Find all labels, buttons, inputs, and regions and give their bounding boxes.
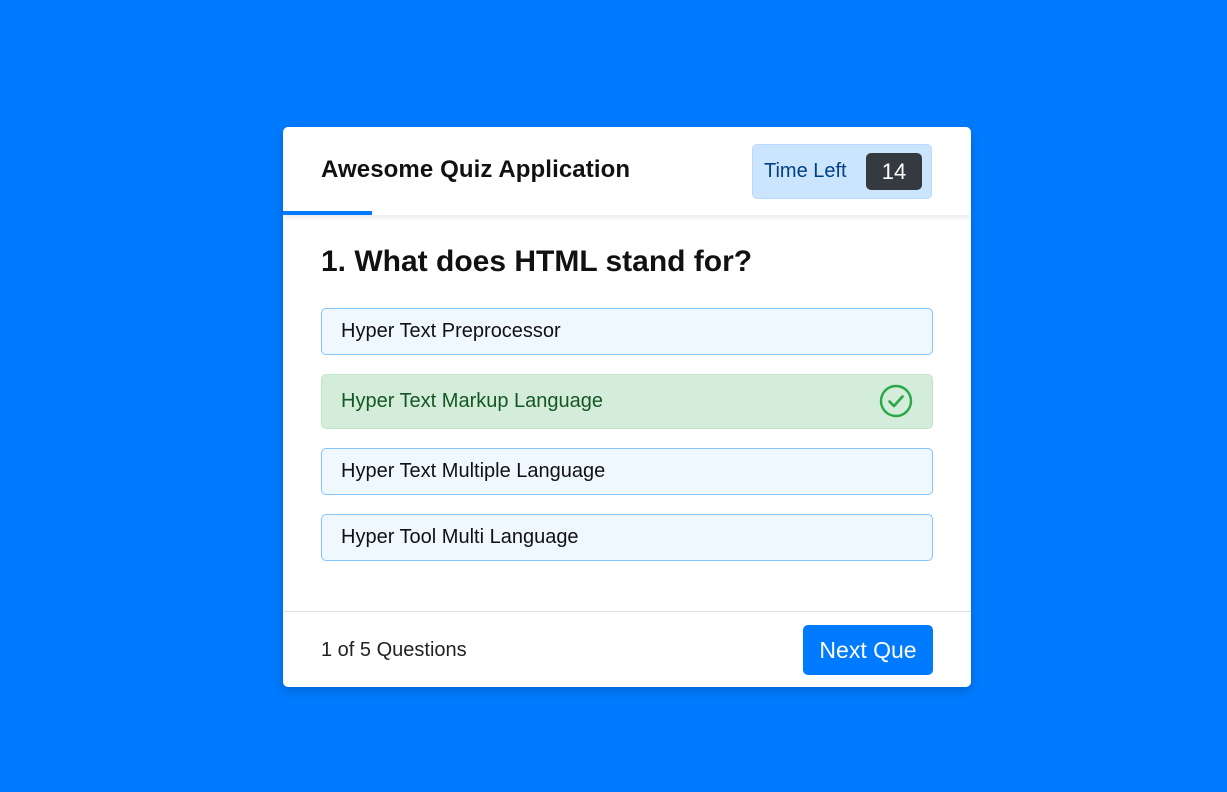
quiz-header: Awesome Quiz Application Time Left 14	[283, 127, 971, 215]
option-label: Hyper Text Markup Language	[341, 390, 604, 412]
question-text: 1. What does HTML stand for?	[321, 245, 753, 278]
option-3[interactable]: Hyper Text Multiple Language	[321, 448, 933, 495]
timer: Time Left 14	[752, 144, 932, 199]
option-1[interactable]: Hyper Text Preprocessor	[321, 308, 933, 355]
option-label: Hyper Text Multiple Language	[341, 460, 606, 482]
quiz-footer: 1 of 5 Questions Next Que	[283, 611, 971, 687]
next-question-button[interactable]: Next Que	[803, 625, 933, 675]
timer-label: Time Left	[764, 160, 847, 182]
timer-seconds: 14	[866, 153, 922, 190]
option-4[interactable]: Hyper Tool Multi Language	[321, 514, 933, 561]
option-2-correct[interactable]: Hyper Text Markup Language	[321, 374, 933, 429]
quiz-box: Awesome Quiz Application Time Left 14 1.…	[283, 127, 971, 687]
question-counter: 1 of 5 Questions	[321, 639, 467, 661]
quiz-title: Awesome Quiz Application	[321, 156, 631, 183]
option-label: Hyper Tool Multi Language	[341, 526, 579, 548]
check-circle-icon	[879, 384, 913, 418]
time-progress-line	[283, 211, 373, 215]
option-label: Hyper Text Preprocessor	[341, 320, 561, 342]
